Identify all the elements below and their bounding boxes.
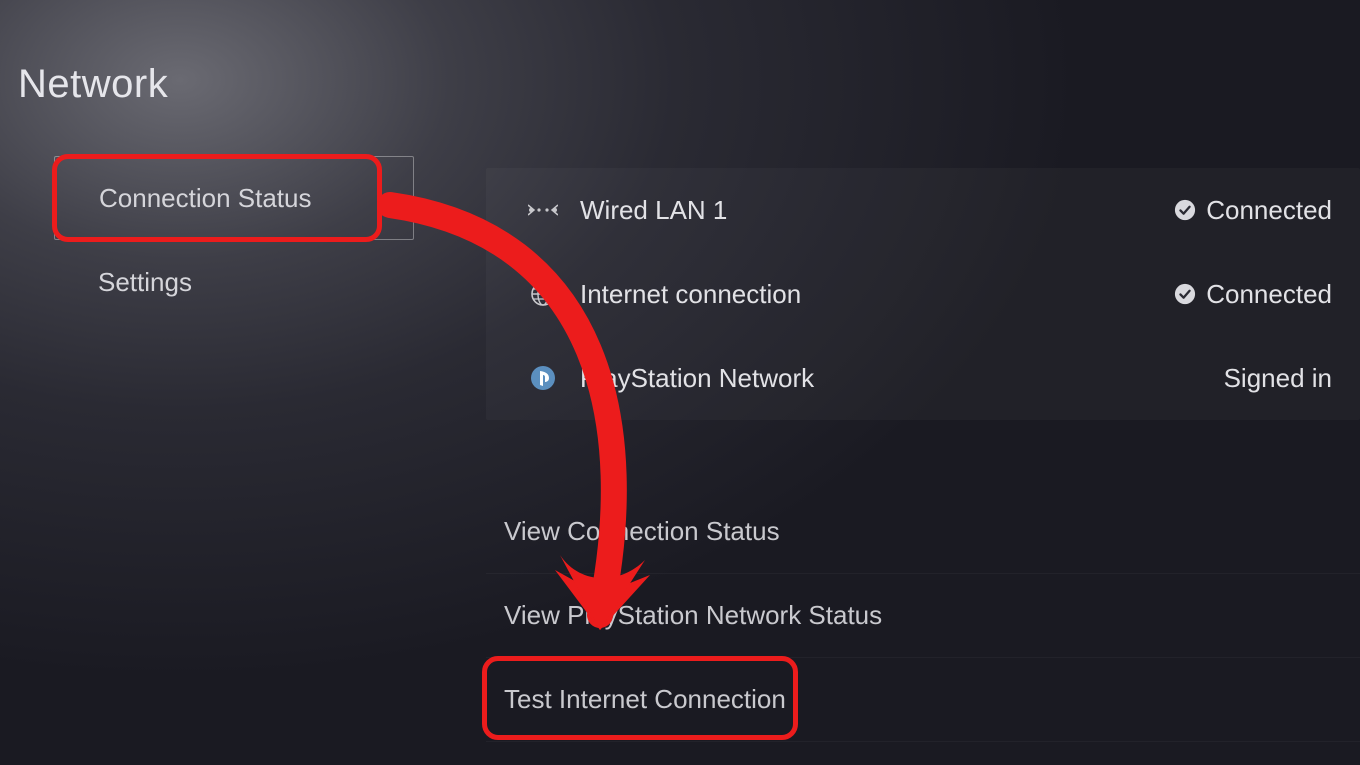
sidebar: Connection Status Settings [54,156,414,324]
action-test-internet-connection[interactable]: Test Internet Connection [486,658,1360,742]
action-label: View PlayStation Network Status [504,600,882,631]
sidebar-item-connection-status[interactable]: Connection Status [54,156,414,240]
status-row-value: Connected [1174,279,1332,310]
action-label: Test Internet Connection [504,684,786,715]
sidebar-item-label: Connection Status [99,183,311,214]
status-row-psn[interactable]: PlayStation Network Signed in [486,336,1360,420]
actions-list: View Connection Status View PlayStation … [486,490,1360,742]
check-icon [1174,283,1196,305]
check-icon [1174,199,1196,221]
status-row-internet[interactable]: Internet connection Connected [486,252,1360,336]
status-row-label: PlayStation Network [580,363,814,394]
action-label: View Connection Status [504,516,780,547]
wired-icon [528,201,558,219]
page-title: Network [18,62,168,107]
sidebar-item-label: Settings [98,267,192,298]
status-row-label: Wired LAN 1 [580,195,727,226]
status-row-label: Internet connection [580,279,801,310]
status-row-value: Connected [1174,195,1332,226]
globe-icon [528,281,558,307]
status-panel: Wired LAN 1 Connected Internet connectio… [486,168,1360,420]
action-view-psn-status[interactable]: View PlayStation Network Status [486,574,1360,658]
status-row-value: Signed in [1224,363,1332,394]
sidebar-item-settings[interactable]: Settings [54,240,414,324]
psn-icon [528,365,558,391]
status-row-wired[interactable]: Wired LAN 1 Connected [486,168,1360,252]
action-view-connection-status[interactable]: View Connection Status [486,490,1360,574]
